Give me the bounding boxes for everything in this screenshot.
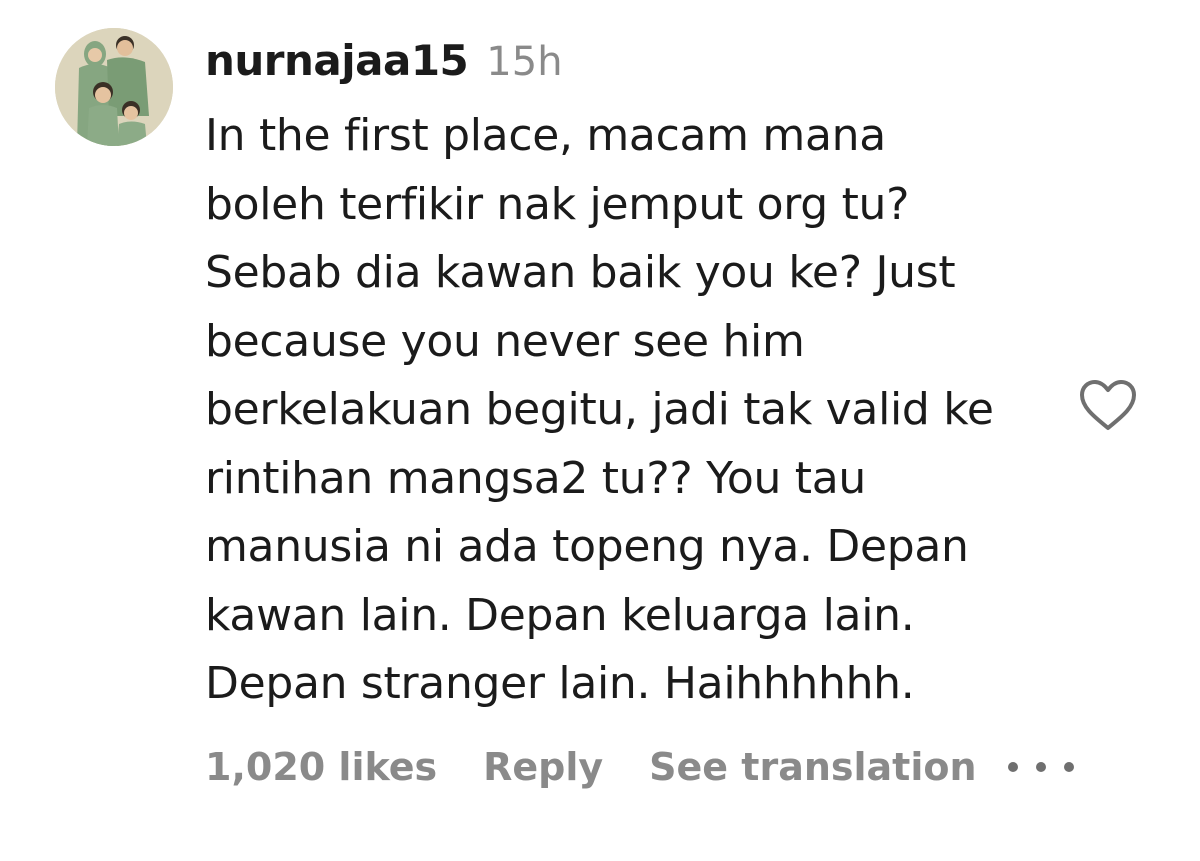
comment-text-line: boleh terfikir nak jemput org tu? xyxy=(205,178,910,230)
more-options-icon xyxy=(1008,762,1018,772)
comment-text-line: Depan stranger lain. Haihhhhhh. xyxy=(205,658,915,709)
comment-text-line: because you never see him xyxy=(205,315,805,367)
comment-text-line: berkelakuan begitu, jadi tak valid ke xyxy=(205,384,994,435)
comment-timestamp: 15h xyxy=(486,39,563,85)
more-options-button[interactable] xyxy=(1008,752,1074,782)
comment-header: nurnajaa15 15h xyxy=(205,36,563,92)
comment-text-line: manusia ni ada topeng nya. Depan xyxy=(205,521,969,572)
comment-actions: 1,020 likes Reply See translation xyxy=(205,745,977,789)
comment-text-line: Sebab dia kawan baik you ke? Just xyxy=(205,247,956,298)
username-link[interactable]: nurnajaa15 xyxy=(205,36,469,85)
more-options-icon xyxy=(1064,762,1074,772)
comment-text-line: rintihan mangsa2 tu?? You tau xyxy=(205,452,866,504)
like-button[interactable] xyxy=(1078,378,1138,434)
heart-outline-icon xyxy=(1080,380,1136,430)
comment-text-line: In the first place, macam mana xyxy=(205,110,886,161)
family-avatar-icon xyxy=(55,28,173,146)
comment-text: In the first place, macam mana boleh ter… xyxy=(205,102,1065,719)
see-translation-button[interactable]: See translation xyxy=(649,745,976,789)
avatar[interactable] xyxy=(55,28,173,146)
likes-count-link[interactable]: 1,020 likes xyxy=(205,745,437,789)
comment-text-line: kawan lain. Depan keluarga lain. xyxy=(205,589,915,641)
more-options-icon xyxy=(1036,762,1046,772)
reply-button[interactable]: Reply xyxy=(483,745,603,789)
